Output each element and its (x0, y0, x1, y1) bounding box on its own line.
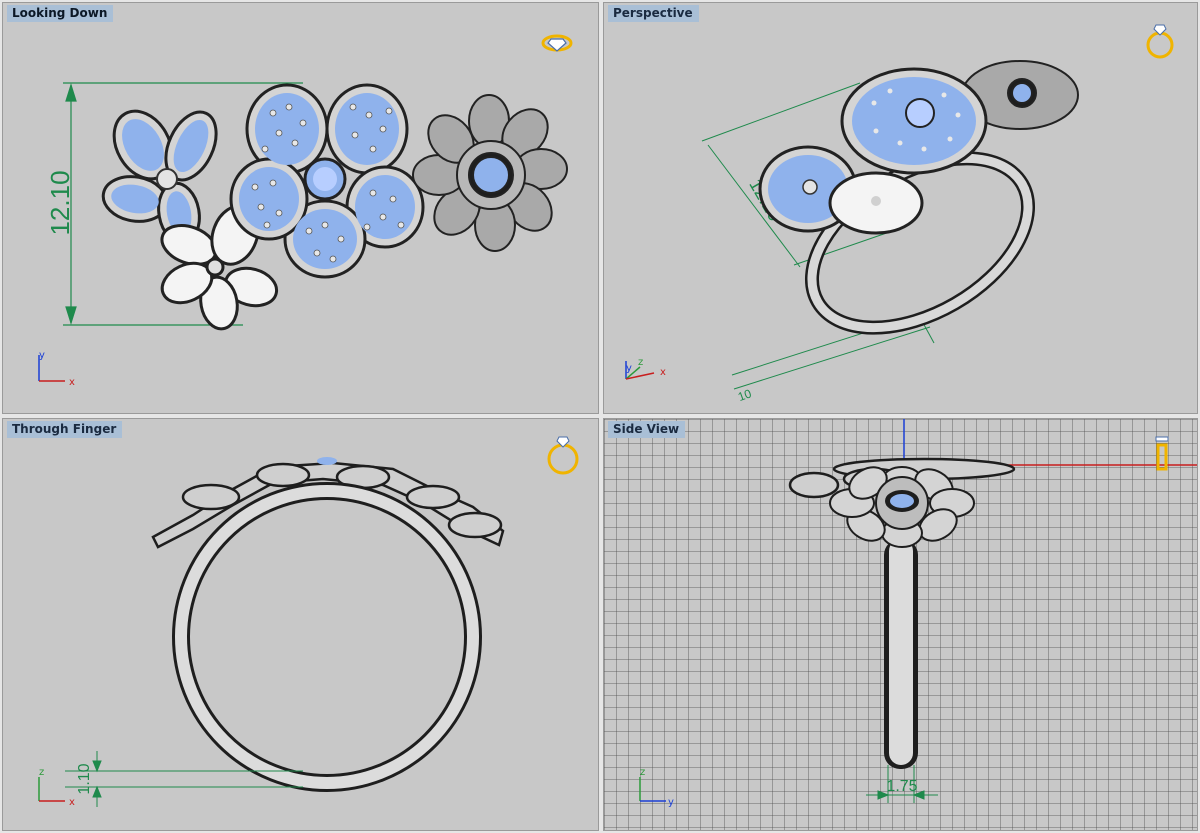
diamond-icon (541, 34, 573, 52)
side-view-canvas: 1.75 z y (604, 419, 1197, 830)
axis-label-y: y (668, 797, 674, 808)
ring-icon (547, 436, 579, 475)
viewport-looking-down[interactable]: Looking Down 12.10 y x (2, 2, 599, 414)
perspective-canvas: 12.10 10 (625, 24, 1174, 404)
axis-label-x: x (660, 367, 666, 378)
dimension-label: 1.75 (886, 778, 917, 795)
axis-label-x: x (69, 377, 75, 388)
dimension-label: 12.10 (45, 170, 75, 235)
flower-profile (151, 461, 505, 549)
viewport-title[interactable]: Perspective (608, 5, 699, 22)
large-blue-flower (840, 67, 988, 175)
viewport-title[interactable]: Side View (608, 421, 686, 438)
axis-label-z: z (640, 767, 645, 778)
through-finger-canvas: 1.10 z x (38, 436, 579, 808)
small-blue-flower (101, 109, 218, 245)
viewport-perspective[interactable]: Perspective 12.10 10 (603, 2, 1198, 414)
viewport-side-view[interactable]: Side View 1.75 z y (603, 418, 1198, 831)
viewport-title[interactable]: Through Finger (7, 421, 123, 438)
viewport-through-finger[interactable]: Through Finger 1.10 z x (2, 418, 599, 831)
axis-label-x: x (69, 797, 75, 808)
ring-icon (1146, 24, 1174, 59)
axis-label-z: z (39, 767, 44, 778)
ring-band (172, 482, 482, 792)
white-flower (828, 171, 924, 235)
ring-shank (884, 539, 918, 769)
dimension-label: 1.10 (76, 763, 93, 794)
viewport-title[interactable]: Looking Down (7, 5, 114, 22)
axis-indicator (38, 777, 65, 802)
large-blue-flower (229, 83, 425, 279)
gem-stone (317, 457, 337, 465)
looking-down-canvas: 12.10 y x (38, 34, 573, 388)
axis-label-z: z (638, 357, 643, 368)
axis-label-y: y (39, 350, 45, 361)
grey-daisy (412, 94, 568, 252)
axis-label-y: y (626, 363, 632, 374)
dimension-label-small: 10 (736, 386, 754, 404)
